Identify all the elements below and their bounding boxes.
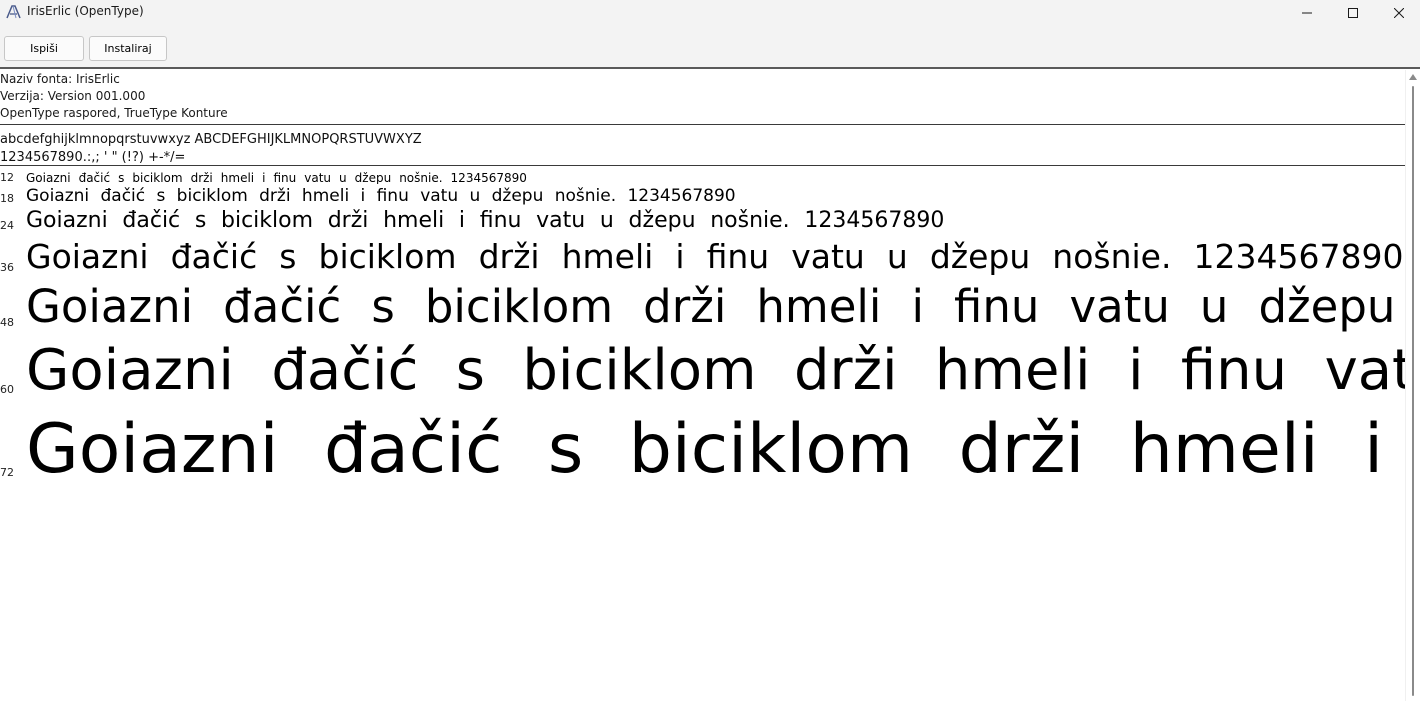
close-icon	[1394, 7, 1404, 18]
maximize-button[interactable]	[1330, 0, 1376, 25]
sample-row: 24 Goiazni đačić s biciklom drži hmeli i…	[0, 208, 1405, 236]
window-title: IrisErlic (OpenType)	[27, 4, 144, 18]
scroll-up-arrow-icon[interactable]	[1409, 74, 1417, 80]
toolbar: Ispiši Instaliraj	[0, 25, 1420, 69]
size-label: 12	[0, 171, 14, 184]
sample-text: Goiazni đačić s biciklom drži hmeli i fi…	[26, 237, 1404, 276]
font-preview-area: Naziv fonta: IrisErlic Verzija: Version …	[0, 70, 1405, 701]
scrollbar-thumb[interactable]	[1412, 86, 1414, 696]
sample-row: 12 Goiazni đačić s biciklom drži hmeli i…	[0, 170, 1405, 184]
font-name-info: Naziv fonta: IrisErlic	[0, 72, 120, 86]
sample-text: Goiazni đačić s biciklom drži hmeli i fi…	[26, 280, 1405, 333]
font-outline-info: OpenType raspored, TrueType Konture	[0, 106, 228, 120]
sample-row: 60 Goiazni đačić s biciklom drži hmeli i…	[0, 338, 1405, 406]
sample-row: 72 Goiazni đačić s biciklom drži hmeli i…	[0, 410, 1405, 492]
sample-text: Goiazni đačić s biciklom drži hmeli i fi…	[26, 410, 1405, 489]
print-button[interactable]: Ispiši	[4, 36, 84, 61]
maximize-icon	[1348, 7, 1358, 18]
font-viewer-icon	[6, 5, 22, 19]
charset-digits: 1234567890.:,; ' " (!?) +-*/=	[0, 150, 186, 165]
size-label: 24	[0, 219, 14, 232]
sample-text: Goiazni đačić s biciklom drži hmeli i fi…	[26, 186, 736, 206]
font-version-info: Verzija: Version 001.000	[0, 89, 146, 103]
size-label: 72	[0, 466, 14, 479]
minimize-button[interactable]	[1284, 0, 1330, 25]
close-button[interactable]	[1376, 0, 1420, 25]
sample-row: 18 Goiazni đačić s biciklom drži hmeli i…	[0, 186, 1405, 208]
divider	[0, 165, 1405, 166]
sample-row: 48 Goiazni đačić s biciklom drži hmeli i…	[0, 280, 1405, 336]
sample-text: Goiazni đačić s biciklom drži hmeli i fi…	[26, 338, 1405, 403]
minimize-icon	[1302, 8, 1312, 18]
install-button[interactable]: Instaliraj	[89, 36, 167, 61]
sample-text: Goiazni đačić s biciklom drži hmeli i fi…	[26, 208, 945, 233]
size-label: 36	[0, 261, 14, 274]
size-label: 60	[0, 383, 14, 396]
sample-text: Goiazni đačić s biciklom drži hmeli i fi…	[26, 171, 527, 184]
title-bar: IrisErlic (OpenType)	[0, 0, 1420, 25]
size-label: 18	[0, 192, 14, 205]
charset-letters: abcdefghijklmnopqrstuvwxyz ABCDEFGHIJKLM…	[0, 132, 422, 147]
divider	[0, 124, 1405, 125]
size-label: 48	[0, 316, 14, 329]
vertical-scrollbar[interactable]	[1405, 70, 1420, 701]
sample-row: 36 Goiazni đačić s biciklom drži hmeli i…	[0, 237, 1405, 278]
